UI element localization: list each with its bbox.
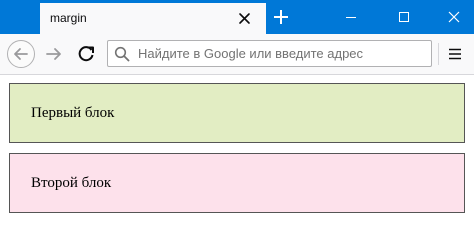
- hamburger-menu-icon: [449, 48, 461, 60]
- second-block-label: Второй блок: [31, 175, 112, 191]
- first-block-label: Первый блок: [31, 105, 115, 121]
- close-icon: [448, 11, 460, 23]
- minimize-button[interactable]: [343, 9, 359, 25]
- search-icon: [114, 46, 130, 62]
- title-bar: margin: [0, 0, 474, 34]
- toolbar-divider: [438, 43, 439, 65]
- forward-button[interactable]: [40, 40, 68, 68]
- close-window-button[interactable]: [446, 9, 462, 25]
- maximize-icon: [399, 12, 409, 22]
- new-tab-button[interactable]: [272, 8, 290, 26]
- back-button[interactable]: [7, 40, 35, 68]
- first-block: Первый блок: [9, 83, 465, 143]
- minimize-icon: [346, 17, 356, 18]
- address-bar[interactable]: [107, 40, 432, 67]
- reload-icon: [78, 46, 94, 62]
- page-content: Первый блок Второй блок: [0, 75, 474, 248]
- plus-icon: [274, 10, 288, 24]
- menu-button[interactable]: [443, 42, 467, 66]
- tab-close-icon[interactable]: [237, 11, 252, 26]
- reload-button[interactable]: [72, 40, 100, 68]
- address-input[interactable]: [138, 41, 428, 66]
- arrow-left-icon: [14, 48, 28, 60]
- arrow-right-icon: [46, 48, 61, 60]
- navigation-toolbar: [0, 34, 474, 75]
- tab-title: margin: [50, 11, 87, 25]
- second-block: Второй блок: [9, 153, 465, 213]
- tab-active[interactable]: margin: [40, 3, 266, 34]
- maximize-button[interactable]: [396, 9, 412, 25]
